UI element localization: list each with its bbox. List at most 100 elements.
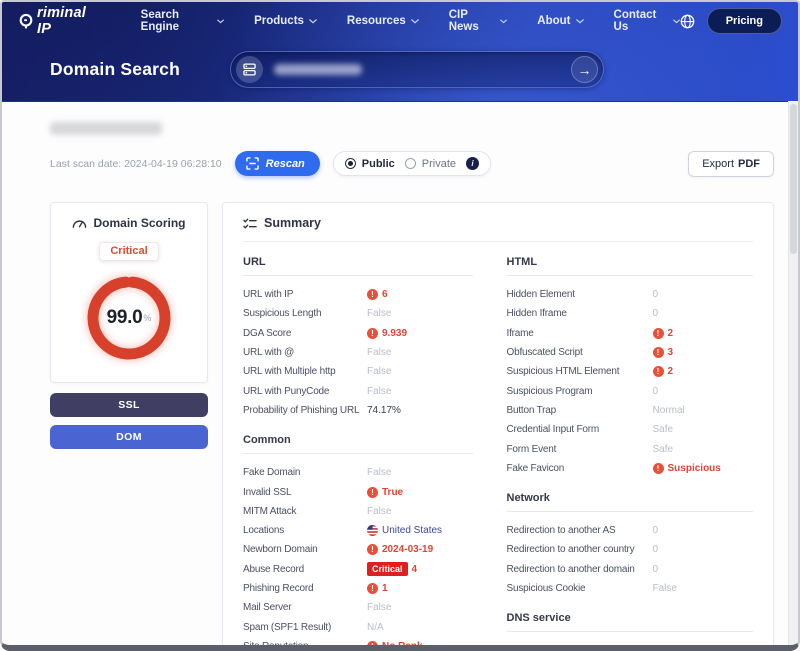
summary-row: Iframe! 2 [507, 324, 754, 343]
row-value: 0 [653, 386, 659, 397]
row-label: Credential Input Form [506, 424, 600, 436]
row-label: Suspicious Cookie [506, 583, 586, 594]
search-submit-button[interactable]: → [571, 56, 598, 83]
rescan-button[interactable]: Rescan [234, 151, 320, 176]
public-radio[interactable] [344, 158, 356, 169]
summary-row: Hidden Iframe 0 [507, 304, 754, 323]
row-value: 0 [653, 544, 659, 555]
nav-item-label: CIP News [448, 9, 479, 33]
row-label: Phishing Record [243, 583, 314, 594]
export-pdf-button[interactable]: Export PDF [688, 150, 774, 177]
row-label: Fake Domain [243, 467, 301, 479]
score-gauge: 99.0 % [81, 270, 177, 366]
nav-item-contact-us[interactable]: Contact Us [614, 9, 680, 33]
row-value-text: False [652, 583, 677, 594]
summary-card: Summary URL URL with IP! 6 Suspicious Lengt… [222, 202, 774, 651]
row-value: 0 [653, 525, 659, 536]
nav-item-label: Search Engine [140, 9, 180, 33]
row-value-text: False [367, 505, 392, 517]
row-value-text: 74.17% [367, 404, 401, 416]
row-value-text: 0 [652, 289, 659, 301]
nav-item-cip-news[interactable]: CIP News [449, 9, 508, 33]
summary-row: Invalid SSL! True [243, 482, 473, 501]
row-value: False [367, 506, 391, 517]
nav-item-about[interactable]: About [537, 9, 584, 33]
row-value: ! 3 [652, 347, 674, 359]
summary-row: Spam (SPF1 Result) N/A [243, 617, 473, 636]
summary-row: Redirection to another country 0 [507, 540, 754, 559]
nav-item-search-engine[interactable]: Search Engine [141, 9, 224, 33]
row-value: Critical 4 [367, 562, 417, 577]
help-icon: ? [543, 645, 554, 651]
rescan-icon [245, 157, 259, 170]
main-content: Last scan date: 2024-04-19 06:28:10 Resc… [2, 122, 798, 651]
summary-row: URL with IP! 6 [243, 285, 473, 304]
summary-row: Credential Input Form Safe [507, 420, 754, 439]
summary-row: Mail Server False [243, 598, 473, 617]
row-value: ! 6 [367, 289, 388, 301]
warning-icon: ! [652, 347, 664, 359]
criminal-ip-logo[interactable]: riminal IP [18, 5, 101, 37]
language-globe-icon[interactable] [680, 14, 695, 29]
warning-icon: ! [367, 583, 378, 594]
row-value: ! True [367, 486, 404, 498]
site-header: riminal IP Search Engine Products Resource… [2, 2, 798, 102]
score-unit: % [143, 313, 152, 323]
row-value: False [367, 467, 391, 478]
row-label: MITM Attack [243, 505, 297, 517]
row-value-text: False [367, 467, 392, 479]
search-type-icon[interactable] [236, 56, 263, 83]
nav-item-resources[interactable]: Resources [347, 9, 419, 33]
row-value-text: 0 [652, 563, 659, 575]
scrollbar-thumb[interactable] [790, 104, 797, 254]
summary-row: Suspicious Cookie False [507, 579, 754, 598]
row-value-text: 0 [652, 525, 659, 537]
row-value: 0 [653, 308, 659, 319]
row-label: Fake Favicon [506, 462, 565, 474]
summary-row: Fake Domain False [243, 463, 473, 482]
public-label[interactable]: Public [362, 158, 395, 170]
warning-icon: ! [652, 462, 664, 474]
summary-row: Abuse Record Critical 4 [243, 560, 473, 579]
info-icon[interactable]: i [466, 157, 480, 170]
summary-row: Suspicious Length False [243, 304, 473, 323]
row-value-text: True [382, 486, 404, 498]
row-label: Obfuscated Script [506, 347, 583, 359]
row-label: Suspicious Length [243, 308, 322, 320]
speedometer-icon [72, 217, 87, 229]
scoring-title: Domain Scoring [93, 216, 186, 230]
summary-row: Suspicious HTML Element! 2 [507, 362, 754, 381]
row-value: False [367, 366, 391, 377]
ssl-button[interactable]: SSL [50, 393, 208, 417]
summary-row: Locations United States [243, 521, 473, 540]
pricing-button[interactable]: Pricing [706, 8, 782, 34]
row-value-text: False [367, 347, 392, 359]
dom-button[interactable]: DOM [50, 425, 208, 449]
row-value-text: 3 [667, 347, 674, 359]
summary-title: Summary [264, 216, 321, 230]
score-level-badge: Critical [99, 242, 159, 261]
search-query-redacted[interactable] [274, 64, 362, 75]
private-label[interactable]: Private [422, 158, 456, 170]
row-value: False [367, 347, 391, 358]
warning-icon: ! [367, 640, 378, 645]
row-value-text: 2 [667, 366, 674, 378]
row-label: Iframe [506, 327, 534, 339]
private-radio[interactable] [404, 158, 416, 169]
row-value-text: 2 [667, 327, 674, 339]
row-value-text: False [367, 308, 392, 320]
nav-item-products[interactable]: Products [254, 9, 317, 33]
summary-row: Phishing Record! 1 [243, 579, 473, 598]
row-label: URL with Multiple http [243, 366, 336, 378]
row-label: Hidden Iframe [506, 308, 567, 320]
summary-row: Suspicious Program 0 [507, 381, 754, 400]
row-label: Spam (SPF1 Result) [243, 621, 332, 633]
summary-row: URL with Multiple http False [243, 362, 473, 381]
summary-row: Button Trap Normal [507, 401, 754, 420]
search-bar[interactable]: → [230, 51, 604, 88]
row-value: ! Suspicious [652, 462, 721, 474]
vertical-scrollbar[interactable] [788, 101, 798, 645]
row-label: Abuse Record [243, 563, 304, 575]
warning-icon: ! [367, 486, 378, 498]
summary-row: Real IP? 0 [507, 641, 754, 651]
